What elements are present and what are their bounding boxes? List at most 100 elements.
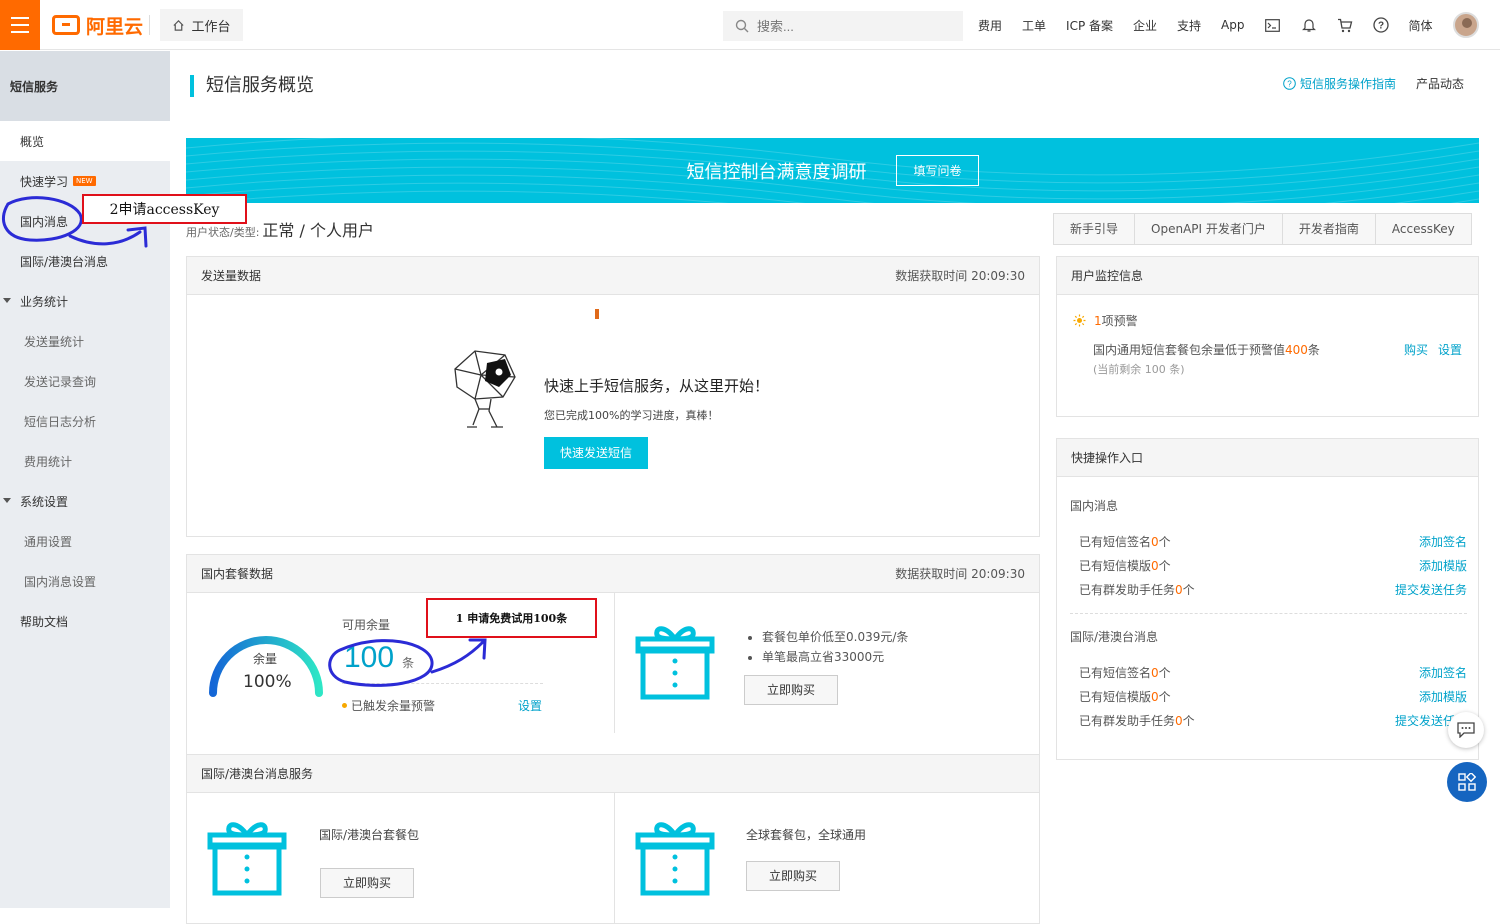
warning-dot-icon	[342, 703, 347, 708]
sidebar-item-label: 国内消息设置	[24, 574, 97, 589]
menu-icon[interactable]	[0, 0, 40, 50]
list-item: 已有短信模版0个 添加模版	[1079, 684, 1467, 708]
gift-icon	[635, 626, 715, 700]
row-unit: 个	[1158, 665, 1171, 680]
alert-settings-link[interactable]: 设置	[1438, 341, 1462, 358]
add-template-link[interactable]: 添加模版	[1419, 557, 1467, 574]
sidebar-item-help-docs[interactable]: 帮助文档	[0, 601, 170, 641]
aliyun-logo[interactable]: 阿里云	[52, 12, 143, 38]
row-value: 0	[1175, 582, 1183, 597]
sidebar-item-general-settings[interactable]: 通用设置	[0, 521, 170, 561]
sidebar-item-overview[interactable]: 概览	[0, 121, 170, 161]
quick-links-bar: 新手引导 OpenAPI 开发者门户 开发者指南 AccessKey	[1053, 213, 1472, 245]
nav-enterprise[interactable]: 企业	[1133, 17, 1157, 34]
row-value: 0	[1151, 534, 1159, 549]
add-signature-link[interactable]: 添加签名	[1419, 533, 1467, 550]
panel-title: 用户监控信息	[1071, 269, 1144, 283]
avatar[interactable]	[1452, 12, 1479, 38]
sidebar-group-settings[interactable]: 系统设置	[0, 481, 170, 521]
survey-button[interactable]: 填写问卷	[896, 155, 979, 186]
product-news-link[interactable]: 产品动态	[1416, 75, 1464, 92]
alert-buy-link[interactable]: 购买	[1404, 341, 1428, 358]
alert-summary: 1项预警	[1073, 312, 1138, 329]
row-text: 已有短信签名	[1079, 534, 1152, 549]
send-data-panel: 发送量数据 数据获取时间 20:09:30 快速上手短信服务，从这里开始！ 您已…	[186, 256, 1040, 537]
search-input[interactable]	[757, 18, 937, 34]
package-benefits: 套餐包单价低至0.039元/条 单笔最高立省33000元	[762, 627, 908, 667]
nav-tickets[interactable]: 工单	[1022, 17, 1046, 34]
help-icon[interactable]: ?	[1372, 17, 1389, 33]
add-template-link[interactable]: 添加模版	[1419, 688, 1467, 705]
page-title: 短信服务概览	[190, 75, 314, 97]
chat-button[interactable]	[1448, 712, 1484, 748]
divider	[614, 793, 615, 923]
user-monitor-panel: 用户监控信息 1项预警 国内通用短信套餐包余量低于预警值400条 (当前剩余 1…	[1056, 256, 1479, 417]
global-buy-button[interactable]: 立即购买	[746, 861, 841, 891]
bell-icon[interactable]	[1301, 17, 1317, 33]
nav-app[interactable]: App	[1221, 18, 1244, 32]
nav-support[interactable]: 支持	[1177, 17, 1201, 34]
panel-header: 发送量数据 数据获取时间 20:09:30	[187, 257, 1039, 295]
sidebar-item-label: 短信日志分析	[24, 414, 97, 429]
intl-service-panel: 国际/港澳台消息服务 国际/港澳台套餐包 立即购买 全球套餐包，全球通用 立即购…	[186, 754, 1040, 924]
user-status-label: 用户状态/类型:	[186, 226, 260, 239]
apps-button[interactable]	[1447, 762, 1487, 802]
nav-fees[interactable]: 费用	[978, 17, 1002, 34]
alert-unit: 条	[1307, 343, 1320, 357]
submit-task-link[interactable]: 提交发送任务	[1395, 581, 1467, 598]
quick-send-button[interactable]: 快速发送短信	[544, 437, 649, 469]
intl-buy-button[interactable]: 立即购买	[320, 868, 415, 898]
workbench-button[interactable]: 工作台	[160, 9, 243, 41]
list-item: 已有短信模版0个 添加模版	[1079, 553, 1467, 577]
logo-mark-icon	[52, 15, 80, 35]
alert-message: 国内通用短信套餐包余量低于预警值400条	[1093, 341, 1320, 358]
row-text: 已有短信模版	[1079, 558, 1152, 573]
available-value: 100	[344, 641, 395, 674]
tab-openapi-portal[interactable]: OpenAPI 开发者门户	[1135, 214, 1283, 244]
gauge-value: 100%	[243, 672, 292, 692]
sidebar-group-stats[interactable]: 业务统计	[0, 281, 170, 321]
sidebar-item-log-analysis[interactable]: 短信日志分析	[0, 401, 170, 441]
search-box[interactable]	[723, 11, 963, 41]
terminal-icon[interactable]	[1265, 17, 1281, 33]
add-signature-link[interactable]: 添加签名	[1419, 664, 1467, 681]
sidebar-item-label: 业务统计	[20, 294, 69, 309]
global-package-text: 全球套餐包，全球通用	[746, 828, 867, 842]
gauge-label: 余量	[253, 652, 278, 666]
quick-actions-panel: 快捷操作入口 国内消息 已有短信签名0个 添加签名 已有短信模版0个 添加模版 已有…	[1056, 438, 1479, 760]
warning-text: 已触发余量预警	[351, 699, 436, 713]
cart-icon[interactable]	[1337, 17, 1353, 33]
alert-count-label: 项预警	[1101, 314, 1138, 328]
sidebar-item-label: 发送量统计	[24, 334, 85, 349]
guide-link[interactable]: ? 短信服务操作指南	[1283, 75, 1396, 92]
top-nav-links: 费用 工单 ICP 备案 企业 支持 App ? 简体	[978, 0, 1479, 50]
language-switch[interactable]: 简体	[1409, 17, 1433, 34]
sidebar-item-send-records[interactable]: 发送记录查询	[0, 361, 170, 401]
onboarding-headline: 快速上手短信服务，从这里开始！	[544, 377, 770, 395]
svg-text:?: ?	[1287, 80, 1292, 89]
main-content: 短信服务概览 ? 短信服务操作指南 产品动态 短信控制台满意度调研 填写问卷 用…	[170, 51, 1500, 924]
intl-section-label: 国际/港澳台消息	[1070, 630, 1159, 644]
fetch-time: 数据获取时间 20:09:30	[895, 269, 1025, 283]
sidebar-item-intl[interactable]: 国际/港澳台消息	[0, 241, 170, 281]
warning-settings-link[interactable]: 设置	[518, 697, 542, 714]
row-unit: 个	[1158, 534, 1171, 549]
tab-beginner-guide[interactable]: 新手引导	[1054, 214, 1136, 244]
sidebar-item-domestic-settings[interactable]: 国内消息设置	[0, 561, 170, 601]
alert-count: 1	[1094, 314, 1102, 328]
panel-header: 用户监控信息	[1057, 257, 1478, 295]
balance-warning: 已触发余量预警	[342, 697, 435, 714]
row-text: 已有短信签名	[1079, 665, 1152, 680]
buy-now-button[interactable]: 立即购买	[744, 675, 839, 705]
tab-accesskey[interactable]: AccessKey	[1376, 214, 1471, 244]
sidebar-item-fee-stats[interactable]: 费用统计	[0, 441, 170, 481]
guide-link-label: 短信服务操作指南	[1299, 77, 1396, 91]
annotation-accesskey: 2申请accessKey	[82, 194, 247, 224]
fetch-time: 数据获取时间 20:09:30	[895, 567, 1025, 581]
sidebar-item-send-stats[interactable]: 发送量统计	[0, 321, 170, 361]
tab-developer-guide[interactable]: 开发者指南	[1283, 214, 1376, 244]
header-links: ? 短信服务操作指南 产品动态	[1283, 75, 1464, 92]
domestic-package-panel: 国内套餐数据 数据获取时间 20:09:30 余量 100% 可用余量 100 …	[186, 554, 1040, 784]
loading-indicator	[595, 309, 599, 319]
nav-icp[interactable]: ICP 备案	[1066, 17, 1113, 34]
